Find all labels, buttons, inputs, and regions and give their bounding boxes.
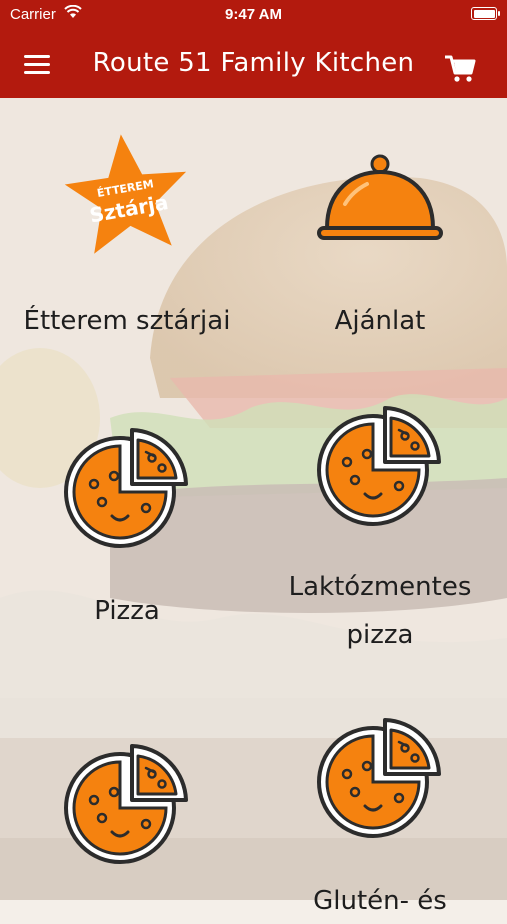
pizza-icon: [317, 406, 441, 526]
pizza-icon: [64, 428, 188, 548]
category-lactose-free-pizza[interactable]: Laktózmentes pizza: [265, 400, 495, 660]
pizza-icon: [64, 744, 188, 864]
tile-label: Pizza: [94, 596, 160, 626]
status-bar: Carrier 9:47 AM: [0, 0, 507, 30]
tile-label: Glutén- és: [313, 886, 447, 916]
star-badge-icon: ÉTTEREM Sztárja: [64, 134, 187, 254]
pizza-icon: [317, 718, 441, 838]
category-pizza[interactable]: Pizza: [12, 420, 242, 640]
battery-icon: [471, 7, 500, 20]
page-title: Route 51 Family Kitchen: [92, 48, 415, 78]
tile-label: Ajánlat: [334, 306, 426, 336]
category-pizza-2[interactable]: [12, 738, 242, 900]
category-gluten-free[interactable]: Glutén- és: [265, 712, 495, 916]
nav-bar: Route 51 Family Kitchen: [0, 36, 507, 96]
tile-label-line2: pizza: [346, 620, 414, 650]
tile-label-line1: Laktózmentes: [288, 572, 472, 602]
status-time: 9:47 AM: [225, 6, 282, 23]
cloche-icon: [317, 154, 443, 240]
category-restaurant-stars[interactable]: ÉTTEREM Sztárja Étterem sztárjai: [12, 128, 242, 348]
cart-icon[interactable]: [443, 51, 477, 85]
category-offer[interactable]: Ajánlat: [265, 128, 495, 348]
tile-label: Étterem sztárjai: [23, 306, 231, 336]
app-header: Carrier 9:47 AM Route 51 Family Kitchen: [0, 0, 507, 98]
